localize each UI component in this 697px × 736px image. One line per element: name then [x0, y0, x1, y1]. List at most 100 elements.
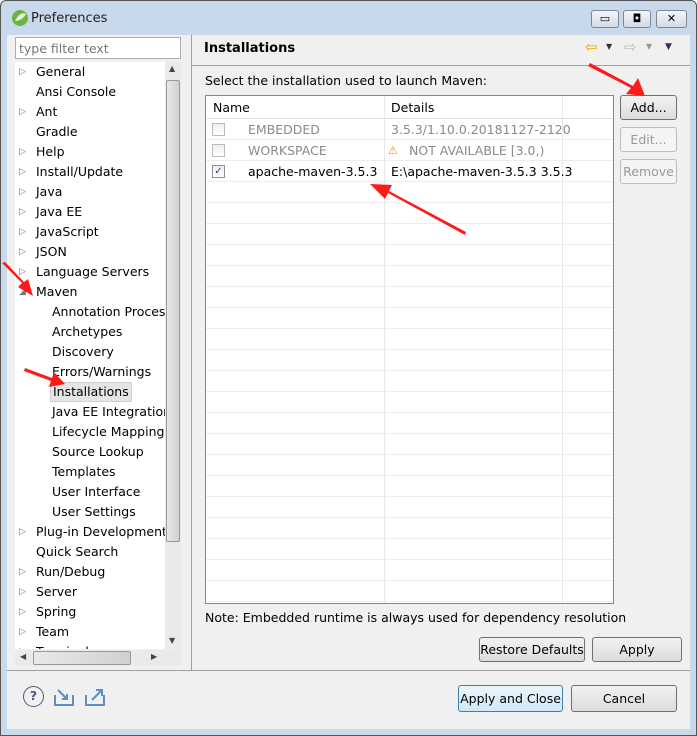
forward-arrow-icon[interactable]: ⇨ — [624, 38, 637, 56]
cell-details: NOT AVAILABLE [3.0,) — [409, 143, 545, 158]
tree-item-label: Annotation Processing — [52, 304, 181, 319]
scroll-right-icon[interactable]: ▶ — [151, 652, 157, 661]
tree-item[interactable]: Annotation Processing — [50, 302, 181, 322]
tree-item[interactable]: ▷ Terminal — [19, 642, 91, 649]
tree-item[interactable]: ▷ Spring — [19, 602, 78, 622]
remove-button[interactable]: Remove — [620, 159, 677, 184]
column-header-details[interactable]: Details — [391, 96, 434, 117]
expand-toggle-icon[interactable]: ▷ — [19, 182, 27, 202]
preference-tree: ▷ General Ansi Console ▷ Ant Gradle ▷ Help ▷ Inst… — [15, 62, 181, 649]
add-button[interactable]: Add... — [620, 95, 677, 120]
expand-toggle-icon[interactable]: ▷ — [19, 222, 27, 242]
empty-row — [206, 329, 613, 350]
tree-item[interactable]: ▷ JavaScript — [19, 222, 101, 242]
tree-item[interactable]: Installations — [50, 382, 132, 402]
tree-item-label: Language Servers — [36, 264, 150, 279]
expand-toggle-icon[interactable]: ▷ — [19, 642, 27, 649]
tree-item[interactable]: Templates — [50, 462, 118, 482]
table-row[interactable]: WORKSPACE ⚠ NOT AVAILABLE [3.0,) — [206, 140, 613, 161]
tree-item[interactable]: Java EE Integration — [50, 402, 173, 422]
expand-toggle-icon[interactable]: ▷ — [19, 102, 27, 122]
tree-item-label: Quick Search — [36, 544, 119, 559]
tree-item[interactable]: ▷ Java — [19, 182, 64, 202]
edit-button[interactable]: Edit... — [620, 127, 677, 152]
tree-item[interactable]: ▷ JSON — [19, 242, 69, 262]
tree-item-label: User Settings — [52, 504, 136, 519]
expand-toggle-icon[interactable]: ▷ — [19, 582, 27, 602]
tree-item-label: Ansi Console — [36, 84, 117, 99]
maximize-button[interactable]: ◘ — [623, 10, 651, 28]
hscroll-thumb[interactable] — [33, 651, 131, 665]
row-checkbox[interactable] — [212, 123, 225, 136]
back-menu-icon[interactable]: ▼ — [606, 42, 612, 51]
tree-item[interactable]: Source Lookup — [50, 442, 146, 462]
tree-item[interactable]: Archetypes — [50, 322, 124, 342]
expand-toggle-icon[interactable]: ▷ — [19, 142, 27, 162]
expand-toggle-icon[interactable]: ▷ — [19, 602, 27, 622]
table-row[interactable]: EMBEDDED 3.5.3/1.10.0.20181127-2120 — [206, 119, 613, 140]
import-icon[interactable] — [53, 686, 77, 708]
tree-item[interactable]: Lifecycle Mappings — [50, 422, 173, 442]
close-button[interactable]: ✕ — [656, 10, 687, 28]
expand-toggle-icon[interactable]: ▷ — [19, 62, 27, 82]
scroll-up-icon[interactable]: ▲ — [169, 64, 175, 73]
tree-item[interactable]: User Interface — [50, 482, 142, 502]
filter-input[interactable] — [15, 37, 181, 59]
empty-row — [206, 476, 613, 497]
scroll-down-icon[interactable]: ▼ — [169, 636, 175, 645]
tree-item[interactable]: Errors/Warnings — [50, 362, 153, 382]
tree-item[interactable]: Discovery — [50, 342, 116, 362]
installations-table: Name Details EMBEDDED 3.5.3/1.10.0.201811… — [205, 95, 614, 604]
expand-toggle-icon[interactable]: ▷ — [19, 262, 27, 282]
tree-item-label: Ant — [36, 104, 58, 119]
expand-toggle-icon[interactable]: ▷ — [19, 622, 27, 642]
tree-item[interactable]: ▷ Run/Debug — [19, 562, 107, 582]
tree-item[interactable]: ▷ Ant — [19, 102, 59, 122]
row-checkbox[interactable]: ✓ — [212, 165, 225, 178]
tree-item[interactable]: Ansi Console — [34, 82, 118, 102]
tree-item[interactable]: ▷ Server — [19, 582, 79, 602]
expand-toggle-icon[interactable]: ▷ — [19, 242, 27, 262]
minimize-button[interactable]: ▭ — [591, 10, 619, 28]
tree-item[interactable]: ◢ Maven — [19, 282, 79, 302]
tree-item[interactable]: Gradle — [34, 122, 80, 142]
back-arrow-icon[interactable]: ⇦ — [585, 38, 598, 56]
tree-item[interactable]: ▷ General — [19, 62, 87, 82]
tree-item[interactable]: User Settings — [50, 502, 138, 522]
sash-divider[interactable] — [191, 35, 192, 671]
tree-vertical-scrollbar[interactable]: ▲ ▼ — [165, 62, 181, 649]
expand-toggle-icon[interactable]: ◢ — [19, 282, 27, 302]
help-icon[interactable]: ? — [23, 686, 44, 707]
tree-item[interactable]: ▷ Team — [19, 622, 71, 642]
note-label: Note: Embedded runtime is always used fo… — [205, 610, 627, 625]
tree-item-label: Java EE Integration — [52, 404, 172, 419]
tree-item-label: Installations — [53, 384, 129, 399]
tree-horizontal-scrollbar[interactable]: ◀ ▶ — [15, 650, 181, 666]
expand-toggle-icon[interactable]: ▷ — [19, 562, 27, 582]
tree-item[interactable]: Quick Search — [34, 542, 120, 562]
tree-item[interactable]: ▷ Install/Update — [19, 162, 125, 182]
export-icon[interactable] — [84, 686, 108, 708]
expand-toggle-icon[interactable]: ▷ — [19, 202, 27, 222]
expand-toggle-icon[interactable]: ▷ — [19, 522, 27, 542]
cell-name: EMBEDDED — [248, 122, 320, 137]
apply-button[interactable]: Apply — [592, 637, 682, 662]
tree-item[interactable]: ▷ Plug-in Development — [19, 522, 169, 542]
scroll-thumb[interactable] — [166, 80, 180, 542]
scroll-left-icon[interactable]: ◀ — [20, 652, 26, 661]
tree-item[interactable]: ▷ Help — [19, 142, 67, 162]
table-row[interactable]: ✓ apache-maven-3.5.3 E:\apache-maven-3.5.3… — [206, 161, 613, 182]
empty-row — [206, 182, 613, 203]
tree-item[interactable]: ▷ Language Servers — [19, 262, 151, 282]
tree-item-label: Plug-in Development — [36, 524, 167, 539]
forward-menu-icon[interactable]: ▼ — [646, 42, 652, 51]
expand-toggle-icon[interactable]: ▷ — [19, 162, 27, 182]
tree-item[interactable]: ▷ Java EE — [19, 202, 84, 222]
view-menu-icon[interactable]: ▼ — [665, 42, 672, 52]
cancel-button[interactable]: Cancel — [571, 685, 677, 712]
restore-defaults-button[interactable]: Restore Defaults — [479, 637, 585, 662]
empty-row — [206, 350, 613, 371]
column-header-name[interactable]: Name — [213, 96, 250, 117]
row-checkbox[interactable] — [212, 144, 225, 157]
apply-and-close-button[interactable]: Apply and Close — [458, 685, 563, 712]
